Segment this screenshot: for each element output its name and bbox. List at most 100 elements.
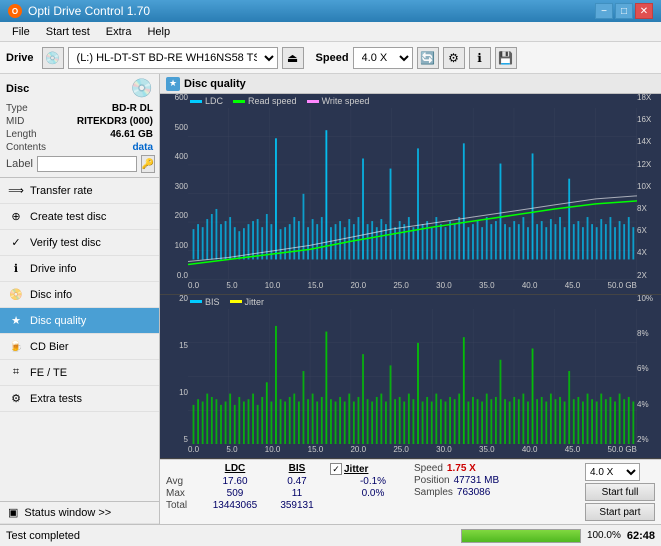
info-btn[interactable]: ℹ — [469, 47, 491, 69]
avg-jitter: -0.1% — [348, 476, 398, 487]
sidebar-item-disc-quality[interactable]: ★ Disc quality — [0, 308, 159, 334]
start-full-button[interactable]: Start full — [585, 483, 655, 501]
status-window-label: Status window >> — [24, 507, 111, 519]
progress-percent: 100.0% — [587, 530, 621, 541]
refresh-btn[interactable]: 🔄 — [417, 47, 439, 69]
title-buttons: − □ ✕ — [595, 3, 653, 19]
window-title: Opti Drive Control 1.70 — [28, 4, 150, 18]
speed-label: Speed — [316, 52, 349, 64]
drive-icon-btn[interactable]: 💿 — [42, 47, 64, 69]
disc-length-value: 46.61 GB — [110, 129, 153, 140]
minimize-button[interactable]: − — [595, 3, 613, 19]
close-button[interactable]: ✕ — [635, 3, 653, 19]
menu-start-test[interactable]: Start test — [38, 24, 98, 40]
samples-row: Samples 763086 — [414, 487, 499, 498]
disc-length-label: Length — [6, 129, 37, 140]
sidebar-item-transfer-rate[interactable]: ⟹Transfer rate — [0, 178, 159, 204]
nav-label-verify-test-disc: Verify test disc — [30, 237, 101, 249]
status-text: Test completed — [6, 530, 455, 542]
legend-write-speed: Write speed — [307, 96, 370, 106]
bis-header: BIS — [272, 463, 322, 475]
bottom-chart-x-axis: 0.0 5.0 10.0 15.0 20.0 25.0 30.0 35.0 40… — [188, 446, 637, 458]
speed-stat-value: 1.75 X — [447, 463, 476, 474]
disc-type-value: BD-R DL — [112, 103, 153, 114]
progress-bar — [461, 529, 581, 543]
legend-bis: BIS — [190, 297, 220, 307]
jitter-checkbox-row: ✓ Jitter — [330, 463, 368, 475]
menu-extra[interactable]: Extra — [98, 24, 140, 40]
top-chart: LDC Read speed Write speed 600 500 40 — [160, 94, 661, 295]
disc-mid-value: RITEKDR3 (000) — [77, 116, 153, 127]
sidebar-item-create-test-disc[interactable]: ⊕Create test disc — [0, 204, 159, 230]
sidebar-item-drive-info[interactable]: ℹDrive info — [0, 256, 159, 282]
max-bis: 11 — [272, 488, 322, 499]
nav-icon-disc-info: 📀 — [8, 287, 24, 303]
app-icon: O — [8, 4, 22, 18]
maximize-button[interactable]: □ — [615, 3, 633, 19]
stats-avg-row: Avg 17.60 0.47 -0.1% — [166, 476, 398, 487]
sidebar-item-cd-bier[interactable]: 🍺 CD Bier — [0, 334, 159, 360]
menu-help[interactable]: Help — [139, 24, 178, 40]
max-jitter: 0.0% — [348, 488, 398, 499]
start-part-button[interactable]: Start part — [585, 503, 655, 521]
bottom-chart-y-right: 10% 8% 6% 4% 2% — [637, 295, 661, 444]
content-area: ★ Disc quality LDC Read speed — [160, 74, 661, 524]
status-time: 62:48 — [627, 530, 655, 542]
drive-select[interactable]: (L:) HL-DT-ST BD-RE WH16NS58 TST4 — [68, 47, 278, 69]
disc-contents-label: Contents — [6, 142, 46, 153]
sidebar-item-verify-test-disc[interactable]: ✓ Verify test disc — [0, 230, 159, 256]
title-bar: O Opti Drive Control 1.70 − □ ✕ — [0, 0, 661, 22]
disc-label-input[interactable] — [37, 156, 137, 172]
avg-bis: 0.47 — [272, 476, 322, 487]
disc-quality-title: Disc quality — [184, 78, 246, 90]
nav-icon-disc-quality: ★ — [8, 313, 24, 329]
avg-label: Avg — [166, 476, 198, 487]
samples-stat-value: 763086 — [457, 487, 490, 498]
nav-label-disc-quality: Disc quality — [30, 315, 86, 327]
stat-spacer — [166, 463, 198, 475]
menu-bar: File Start test Extra Help — [0, 22, 661, 42]
avg-ldc: 17.60 — [206, 476, 264, 487]
progress-bar-fill — [462, 530, 580, 542]
charts-container: LDC Read speed Write speed 600 500 40 — [160, 94, 661, 524]
sidebar-item-fe-te[interactable]: ⌗FE / TE — [0, 360, 159, 386]
sidebar-item-disc-info[interactable]: 📀Disc info — [0, 282, 159, 308]
sidebar-item-extra-tests[interactable]: ⚙Extra tests — [0, 386, 159, 412]
nav-icon-verify-test-disc: ✓ — [8, 235, 24, 251]
top-chart-y-right: 18X 16X 14X 12X 10X 8X 6X 4X 2X — [637, 94, 661, 280]
speed-stat-label: Speed — [414, 463, 443, 474]
main-layout: Disc 💿 Type BD-R DL MID RITEKDR3 (000) L… — [0, 74, 661, 524]
samples-stat-label: Samples — [414, 487, 453, 498]
bottom-chart-legend: BIS Jitter — [190, 297, 264, 307]
disc-type-label: Type — [6, 103, 28, 114]
menu-file[interactable]: File — [4, 24, 38, 40]
speed-row: Speed 1.75 X — [414, 463, 499, 474]
save-btn[interactable]: 💾 — [495, 47, 517, 69]
settings-btn[interactable]: ⚙ — [443, 47, 465, 69]
nav-icon-cd-bier: 🍺 — [8, 339, 24, 355]
nav-icon-create-test-disc: ⊕ — [8, 209, 24, 225]
legend-ldc: LDC — [190, 96, 223, 106]
stats-panel: LDC BIS ✓ Jitter Avg 17.60 0.47 -0.1% — [160, 459, 661, 524]
nav-label-cd-bier: CD Bier — [30, 341, 69, 353]
eject-btn[interactable]: ⏏ — [282, 47, 304, 69]
sidebar: Disc 💿 Type BD-R DL MID RITEKDR3 (000) L… — [0, 74, 160, 524]
speed-dropdown[interactable]: 4.0 X — [585, 463, 640, 481]
disc-label-btn[interactable]: 🔑 — [141, 155, 155, 173]
status-bar-area: ▣ Status window >> — [0, 501, 159, 524]
disc-mid-label: MID — [6, 116, 24, 127]
nav-items: ⟹Transfer rate⊕Create test disc ✓ Verify t… — [0, 178, 159, 412]
total-bis: 359131 — [272, 500, 322, 511]
bottom-chart-y-left: 20 15 10 5 — [162, 295, 188, 444]
disc-type-row: Type BD-R DL — [6, 103, 153, 114]
max-ldc: 509 — [206, 488, 264, 499]
speed-select[interactable]: 4.0 X — [353, 47, 413, 69]
bottom-status-bar: Test completed 100.0% 62:48 — [0, 524, 661, 546]
nav-icon-extra-tests: ⚙ — [8, 391, 24, 407]
status-window-button[interactable]: ▣ Status window >> — [0, 502, 159, 524]
position-stat-label: Position — [414, 475, 450, 486]
status-window-icon: ▣ — [8, 506, 18, 519]
max-label: Max — [166, 488, 198, 499]
jitter-checkbox[interactable]: ✓ — [330, 463, 342, 475]
top-chart-svg — [188, 108, 637, 280]
